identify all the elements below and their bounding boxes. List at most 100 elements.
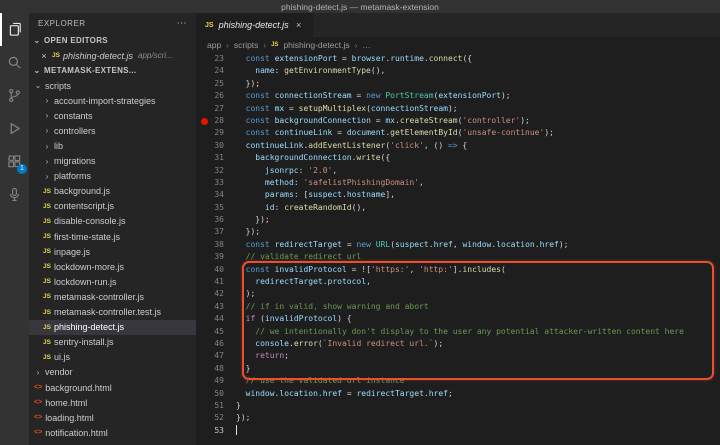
code-line[interactable]: 25 });	[196, 78, 720, 90]
open-editors-section-header[interactable]: ⌄ OPEN EDITORS	[29, 33, 196, 48]
line-number[interactable]: 34	[196, 189, 230, 201]
tree-item-scripts[interactable]: ⌄scripts	[29, 78, 196, 93]
tree-item-platforms[interactable]: ›platforms	[29, 169, 196, 184]
tree-item-contentscript.js[interactable]: JScontentscript.js	[29, 199, 196, 214]
code-line[interactable]: 40 const invalidProtocol = !['https:', '…	[196, 264, 720, 276]
run-debug-icon[interactable]	[0, 112, 29, 145]
line-number[interactable]: 25	[196, 78, 230, 90]
code-line[interactable]: 32 jsonrpc: '2.0',	[196, 165, 720, 177]
close-icon[interactable]: ×	[39, 51, 49, 61]
line-number[interactable]: 45	[196, 326, 230, 338]
tree-item-controllers[interactable]: ›controllers	[29, 123, 196, 138]
tree-item-vendor[interactable]: ›vendor	[29, 365, 196, 380]
line-number[interactable]: 41	[196, 276, 230, 288]
code-line[interactable]: 33 method: 'safelistPhishingDomain',	[196, 177, 720, 189]
tree-item-background.html[interactable]: <>background.html	[29, 380, 196, 395]
tree-item-lockdown-run.js[interactable]: JSlockdown-run.js	[29, 274, 196, 289]
breadcrumb-scripts[interactable]: scripts	[234, 40, 259, 50]
tree-item-ui.js[interactable]: JSui.js	[29, 350, 196, 365]
line-number[interactable]: 40	[196, 264, 230, 276]
chevron-right-icon[interactable]: ›	[34, 368, 42, 377]
chevron-right-icon[interactable]: ›	[43, 157, 51, 166]
code-line[interactable]: 48 }	[196, 363, 720, 375]
tree-item-metamask-controller.test.js[interactable]: JSmetamask-controller.test.js	[29, 305, 196, 320]
line-number[interactable]: 33	[196, 177, 230, 189]
code-line[interactable]: 28 const backgroundConnection = mx.creat…	[196, 115, 720, 127]
tab-phishing-detect[interactable]: JS phishing-detect.js ×	[196, 13, 313, 37]
line-number[interactable]: 23	[196, 53, 230, 65]
code-line[interactable]: 38 const redirectTarget = new URL(suspec…	[196, 239, 720, 251]
tree-item-notification.html[interactable]: <>notification.html	[29, 425, 196, 440]
chevron-right-icon[interactable]: ›	[43, 126, 51, 135]
code-line[interactable]: 41 redirectTarget.protocol,	[196, 276, 720, 288]
code-line[interactable]: 45 // we intentionally don't display to …	[196, 326, 720, 338]
line-number[interactable]: 53	[196, 425, 230, 437]
line-number[interactable]: 36	[196, 214, 230, 226]
code-line[interactable]: 27 const mx = setupMultiplex(connectionS…	[196, 103, 720, 115]
code-line[interactable]: 43 // if in valid, show warning and abor…	[196, 301, 720, 313]
line-number[interactable]: 39	[196, 251, 230, 263]
line-number[interactable]: 24	[196, 65, 230, 77]
chevron-down-icon[interactable]: ⌄	[33, 66, 41, 75]
tree-item-home.html[interactable]: <>home.html	[29, 395, 196, 410]
source-control-icon[interactable]	[0, 79, 29, 112]
line-number[interactable]: 37	[196, 226, 230, 238]
tree-item-account-import-strategies[interactable]: ›account-import-strategies	[29, 93, 196, 108]
breadcrumb-app[interactable]: app	[207, 40, 221, 50]
microphone-icon[interactable]	[0, 178, 29, 211]
tab-close-icon[interactable]: ×	[294, 20, 304, 30]
line-number[interactable]: 32	[196, 165, 230, 177]
workspace-section-header[interactable]: ⌄ METAMASK-EXTENS...	[29, 63, 196, 78]
tree-item-migrations[interactable]: ›migrations	[29, 154, 196, 169]
breadcrumb-file[interactable]: phishing-detect.js	[283, 40, 349, 50]
chevron-right-icon[interactable]: ›	[43, 111, 51, 120]
code-line[interactable]: 49 // use the validated url instance	[196, 375, 720, 387]
code-area[interactable]: 23 const extensionPort = browser.runtime…	[196, 53, 720, 445]
tree-item-lib[interactable]: ›lib	[29, 138, 196, 153]
breadcrumb-more[interactable]: …	[362, 40, 371, 50]
tree-item-inpage.js[interactable]: JSinpage.js	[29, 244, 196, 259]
code-line[interactable]: 31 backgroundConnection.write({	[196, 152, 720, 164]
tree-item-disable-console.js[interactable]: JSdisable-console.js	[29, 214, 196, 229]
code-line[interactable]: 30 continueLink.addEventListener('click'…	[196, 140, 720, 152]
line-number[interactable]: 50	[196, 388, 230, 400]
code-line[interactable]: 24 name: getEnvironmentType(),	[196, 65, 720, 77]
line-number[interactable]: 31	[196, 152, 230, 164]
open-editor-item[interactable]: × JS phishing-detect.js app/scri...	[29, 48, 196, 63]
chevron-down-icon[interactable]: ⌄	[33, 36, 41, 45]
line-number[interactable]: 47	[196, 350, 230, 362]
chevron-right-icon[interactable]: ›	[43, 96, 51, 105]
line-number[interactable]: 49	[196, 375, 230, 387]
code-line[interactable]: 37 });	[196, 226, 720, 238]
line-number[interactable]: 51	[196, 400, 230, 412]
line-number[interactable]: 30	[196, 140, 230, 152]
chevron-right-icon[interactable]: ›	[43, 142, 51, 151]
search-icon[interactable]	[0, 46, 29, 79]
line-number[interactable]: 52	[196, 412, 230, 424]
tree-item-lockdown-more.js[interactable]: JSlockdown-more.js	[29, 259, 196, 274]
breakpoint-icon[interactable]	[201, 118, 208, 125]
code-line[interactable]: 34 params: [suspect.hostname],	[196, 189, 720, 201]
line-number[interactable]: 27	[196, 103, 230, 115]
code-line[interactable]: 52});	[196, 412, 720, 424]
tree-item-sentry-install.js[interactable]: JSsentry-install.js	[29, 335, 196, 350]
code-line[interactable]: 50 window.location.href = redirectTarget…	[196, 388, 720, 400]
line-number[interactable]: 29	[196, 127, 230, 139]
code-line[interactable]: 26 const connectionStream = new PortStre…	[196, 90, 720, 102]
line-number[interactable]: 44	[196, 313, 230, 325]
line-number[interactable]: 38	[196, 239, 230, 251]
code-line[interactable]: 53	[196, 425, 720, 437]
code-line[interactable]: 46 console.error(`Invalid redirect url.`…	[196, 338, 720, 350]
code-line[interactable]: 35 id: createRandomId(),	[196, 202, 720, 214]
code-line[interactable]: 44 if (invalidProtocol) {	[196, 313, 720, 325]
code-line[interactable]: 29 const continueLink = document.getElem…	[196, 127, 720, 139]
code-line[interactable]: 39 // validate redirect url	[196, 251, 720, 263]
line-number[interactable]: 48	[196, 363, 230, 375]
line-number[interactable]: 35	[196, 202, 230, 214]
line-number[interactable]: 46	[196, 338, 230, 350]
tree-item-phishing-detect.js[interactable]: JSphishing-detect.js	[29, 320, 196, 335]
code-line[interactable]: 23 const extensionPort = browser.runtime…	[196, 53, 720, 65]
line-number[interactable]: 42	[196, 288, 230, 300]
code-line[interactable]: 51}	[196, 400, 720, 412]
extensions-icon[interactable]: 1	[0, 145, 29, 178]
